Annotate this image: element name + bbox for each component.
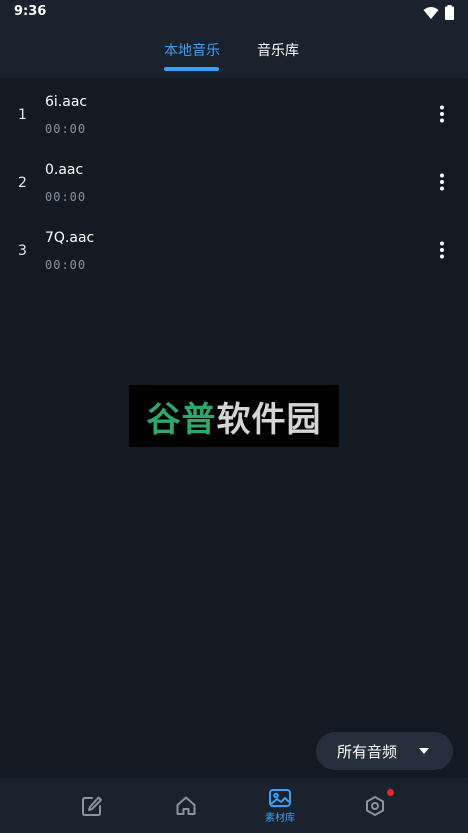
track-list: 1 6i.aac 00:00 2 0.aac 00:00 3 7Q.aac 00… (0, 78, 468, 282)
home-icon (176, 796, 196, 815)
edit-icon (82, 796, 102, 816)
nav-edit[interactable] (62, 778, 122, 833)
track-duration: 00:00 (45, 258, 87, 272)
watermark-text-green: 谷普 (146, 399, 217, 440)
more-vertical-icon[interactable] (432, 170, 452, 194)
battery-icon (445, 5, 454, 20)
bottom-nav: 素材库 (0, 778, 468, 833)
track-name: 6i.aac (45, 94, 88, 110)
track-index: 2 (18, 175, 27, 191)
filter-label: 所有音频 (337, 742, 398, 761)
list-item[interactable]: 3 7Q.aac 00:00 (0, 214, 468, 282)
status-time: 9:36 (14, 4, 47, 19)
track-name: 0.aac (45, 162, 84, 178)
caret-down-icon (419, 748, 429, 754)
nav-material-library[interactable]: 素材库 (250, 778, 310, 833)
more-vertical-icon[interactable] (432, 102, 452, 126)
track-duration: 00:00 (45, 122, 87, 136)
more-vertical-icon[interactable] (432, 238, 452, 262)
image-library-icon (269, 788, 291, 807)
audio-filter-dropdown[interactable]: 所有音频 (316, 732, 453, 770)
track-name: 7Q.aac (45, 230, 95, 246)
tab-local-music[interactable]: 本地音乐 (164, 40, 220, 60)
track-index: 1 (18, 107, 27, 123)
active-tab-indicator (164, 67, 219, 71)
watermark-text-gray: 软件园 (216, 399, 322, 440)
nav-settings[interactable] (345, 778, 405, 833)
tab-bar: 本地音乐 音乐库 (0, 26, 468, 78)
nav-home[interactable] (156, 778, 216, 833)
watermark-logo: 谷普 软件园 (129, 385, 339, 447)
status-icons (423, 5, 454, 20)
wifi-icon (423, 6, 439, 19)
hexagon-settings-icon (366, 795, 384, 816)
list-item[interactable]: 1 6i.aac 00:00 (0, 78, 468, 146)
tab-music-library[interactable]: 音乐库 (257, 40, 299, 60)
list-item[interactable]: 2 0.aac 00:00 (0, 146, 468, 214)
notification-badge (387, 789, 394, 796)
nav-label-material-library: 素材库 (265, 812, 295, 824)
status-bar: 9:36 (0, 0, 468, 26)
track-duration: 00:00 (45, 190, 87, 204)
track-index: 3 (18, 243, 27, 259)
